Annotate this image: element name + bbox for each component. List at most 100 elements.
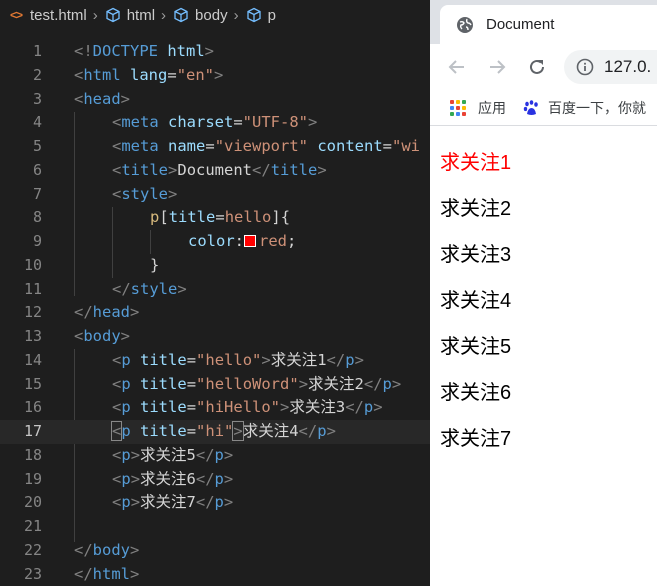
breadcrumb-body[interactable]: body	[173, 7, 228, 24]
paragraph-5: 求关注5	[440, 336, 512, 358]
paragraph-6: 求关注6	[440, 382, 512, 404]
code-line[interactable]: 23 </html>	[0, 563, 430, 586]
line-number: 20	[23, 493, 42, 512]
line-number: 22	[23, 540, 42, 559]
back-button[interactable]	[446, 56, 468, 78]
line-text: color: red;	[188, 232, 297, 250]
code-line[interactable]: 14 <p title="hello">求关注1</p>	[0, 349, 430, 373]
code-line-active[interactable]: 17 <p title="hi">求关注4</p>	[0, 420, 430, 444]
browser-window: Document 127.0. 应用 百度一下，你就 求关注1 求关注2 求关注…	[430, 0, 657, 586]
code-line[interactable]: 2 <html lang="en">	[0, 64, 430, 88]
bracket-match: >	[232, 421, 244, 441]
paragraph-3: 求关注3	[440, 244, 512, 266]
line-text: <html lang="en">	[74, 65, 224, 84]
line-number: 2	[32, 65, 42, 84]
reload-button[interactable]	[526, 56, 548, 78]
line-text: <p title="hello">求关注1</p>	[112, 350, 364, 369]
code-line[interactable]: 15 <p title="helloWord">求关注2</p>	[0, 373, 430, 397]
line-number: 8	[32, 208, 42, 227]
code-line[interactable]: 9 color: red;	[0, 230, 430, 254]
code-line[interactable]: 10}	[0, 254, 430, 278]
code-line[interactable]: 19 <p>求关注6</p>	[0, 468, 430, 492]
line-number: 16	[23, 398, 42, 417]
code-line[interactable]: 4 <meta charset="UTF-8">	[0, 111, 430, 135]
breadcrumb-body-label: body	[195, 6, 228, 24]
chevron-right-icon: ›	[92, 6, 98, 24]
address-bar[interactable]: 127.0.	[564, 50, 657, 84]
code-lines: 1 <!DOCTYPE html> 2 <html lang="en"> 3 <hea…	[0, 40, 430, 586]
line-number: 7	[32, 184, 42, 203]
globe-icon	[457, 16, 473, 33]
line-number: 15	[23, 374, 42, 393]
element-cube-icon	[174, 7, 188, 23]
forward-button[interactable]	[486, 56, 508, 78]
breadcrumb-p-label: p	[267, 6, 276, 24]
line-number: 6	[32, 160, 42, 179]
line-text: <meta charset="UTF-8">	[112, 113, 318, 132]
line-text: </style>	[112, 279, 187, 298]
apps-grid-icon	[450, 99, 466, 116]
bookmark-apps-label: 应用	[478, 99, 506, 116]
tab-title: Document	[486, 16, 555, 33]
code-line[interactable]: 12 </head>	[0, 301, 430, 325]
line-text: <p title="hiHello">求关注3</p>	[112, 398, 383, 417]
info-icon[interactable]	[576, 58, 594, 76]
line-text: <style>	[112, 184, 178, 203]
line-number: 21	[23, 517, 42, 535]
tab-strip: Document	[430, 0, 657, 44]
paragraph-7: 求关注7	[440, 428, 512, 450]
line-number: 10	[23, 255, 42, 274]
code-line[interactable]: 16 <p title="hiHello">求关注3</p>	[0, 396, 430, 420]
code-line[interactable]: 11 </style>	[0, 278, 430, 302]
line-text: <head>	[74, 89, 131, 108]
line-number: 12	[23, 303, 42, 322]
paragraph-2: 求关注2	[440, 198, 512, 220]
breadcrumb-html[interactable]: html	[105, 7, 155, 24]
line-text: </body>	[74, 540, 140, 559]
code-line[interactable]: 18 <p>求关注5</p>	[0, 444, 430, 468]
code-line[interactable]: 3 <head>	[0, 88, 430, 112]
element-cube-icon	[246, 7, 261, 23]
code-line[interactable]: 22 </body>	[0, 539, 430, 563]
bookmarks-bar: 应用 百度一下，你就	[430, 90, 657, 126]
reload-icon	[530, 59, 544, 74]
bookmark-baidu[interactable]: 百度一下，你就	[522, 98, 646, 118]
baidu-paw-icon	[523, 99, 538, 115]
code-line[interactable]: 13 <body>	[0, 325, 430, 349]
line-text: p[title=hello]{	[150, 208, 291, 227]
browser-tab[interactable]: Document	[440, 5, 657, 44]
element-cube-icon	[106, 7, 120, 23]
address-text: 127.0.	[604, 57, 652, 76]
line-number: 17	[23, 422, 42, 440]
line-text: <p>求关注7</p>	[112, 493, 234, 512]
code-editor[interactable]: < > test.html › html › body › p 1 <!DOCTYP…	[0, 0, 430, 586]
line-text: <p>求关注6</p>	[112, 469, 234, 488]
code-line[interactable]: 1 <!DOCTYPE html>	[0, 40, 430, 64]
bracket-match: <	[110, 421, 123, 441]
code-line[interactable]: 21	[0, 515, 430, 539]
code-line[interactable]: 5 <meta name="viewport" content="wi	[0, 135, 430, 159]
code-line[interactable]: 8 p[title=hello]{	[0, 206, 430, 230]
code-line[interactable]: 6 <title>Document</title>	[0, 159, 430, 183]
line-text: <p>求关注5</p>	[112, 445, 234, 464]
line-number: 23	[23, 564, 42, 583]
breadcrumb-html-label: html	[126, 6, 156, 24]
line-text: <p title="helloWord">求关注2</p>	[112, 374, 402, 393]
code-line[interactable]: 7 <style>	[0, 183, 430, 207]
chevron-right-icon: ›	[233, 6, 239, 24]
paragraph-4: 求关注4	[440, 290, 512, 312]
line-text: <title>Document</title>	[112, 160, 327, 179]
code-line[interactable]: 20 <p>求关注7</p>	[0, 491, 430, 515]
line-text: <body>	[74, 327, 131, 345]
line-number: 9	[32, 232, 42, 250]
line-number: 1	[32, 42, 42, 60]
arrow-right-icon	[490, 60, 506, 74]
bookmark-apps[interactable]: 应用	[450, 98, 506, 118]
chevron-right-icon: ›	[161, 6, 167, 24]
breadcrumb-file[interactable]: test.html	[30, 7, 87, 24]
line-text: }	[150, 255, 160, 274]
color-swatch-icon[interactable]	[244, 235, 257, 247]
line-number: 19	[23, 469, 42, 488]
breadcrumb-p[interactable]: p	[246, 7, 276, 24]
line-text: <p title="hi">求关注4</p>	[110, 421, 336, 441]
